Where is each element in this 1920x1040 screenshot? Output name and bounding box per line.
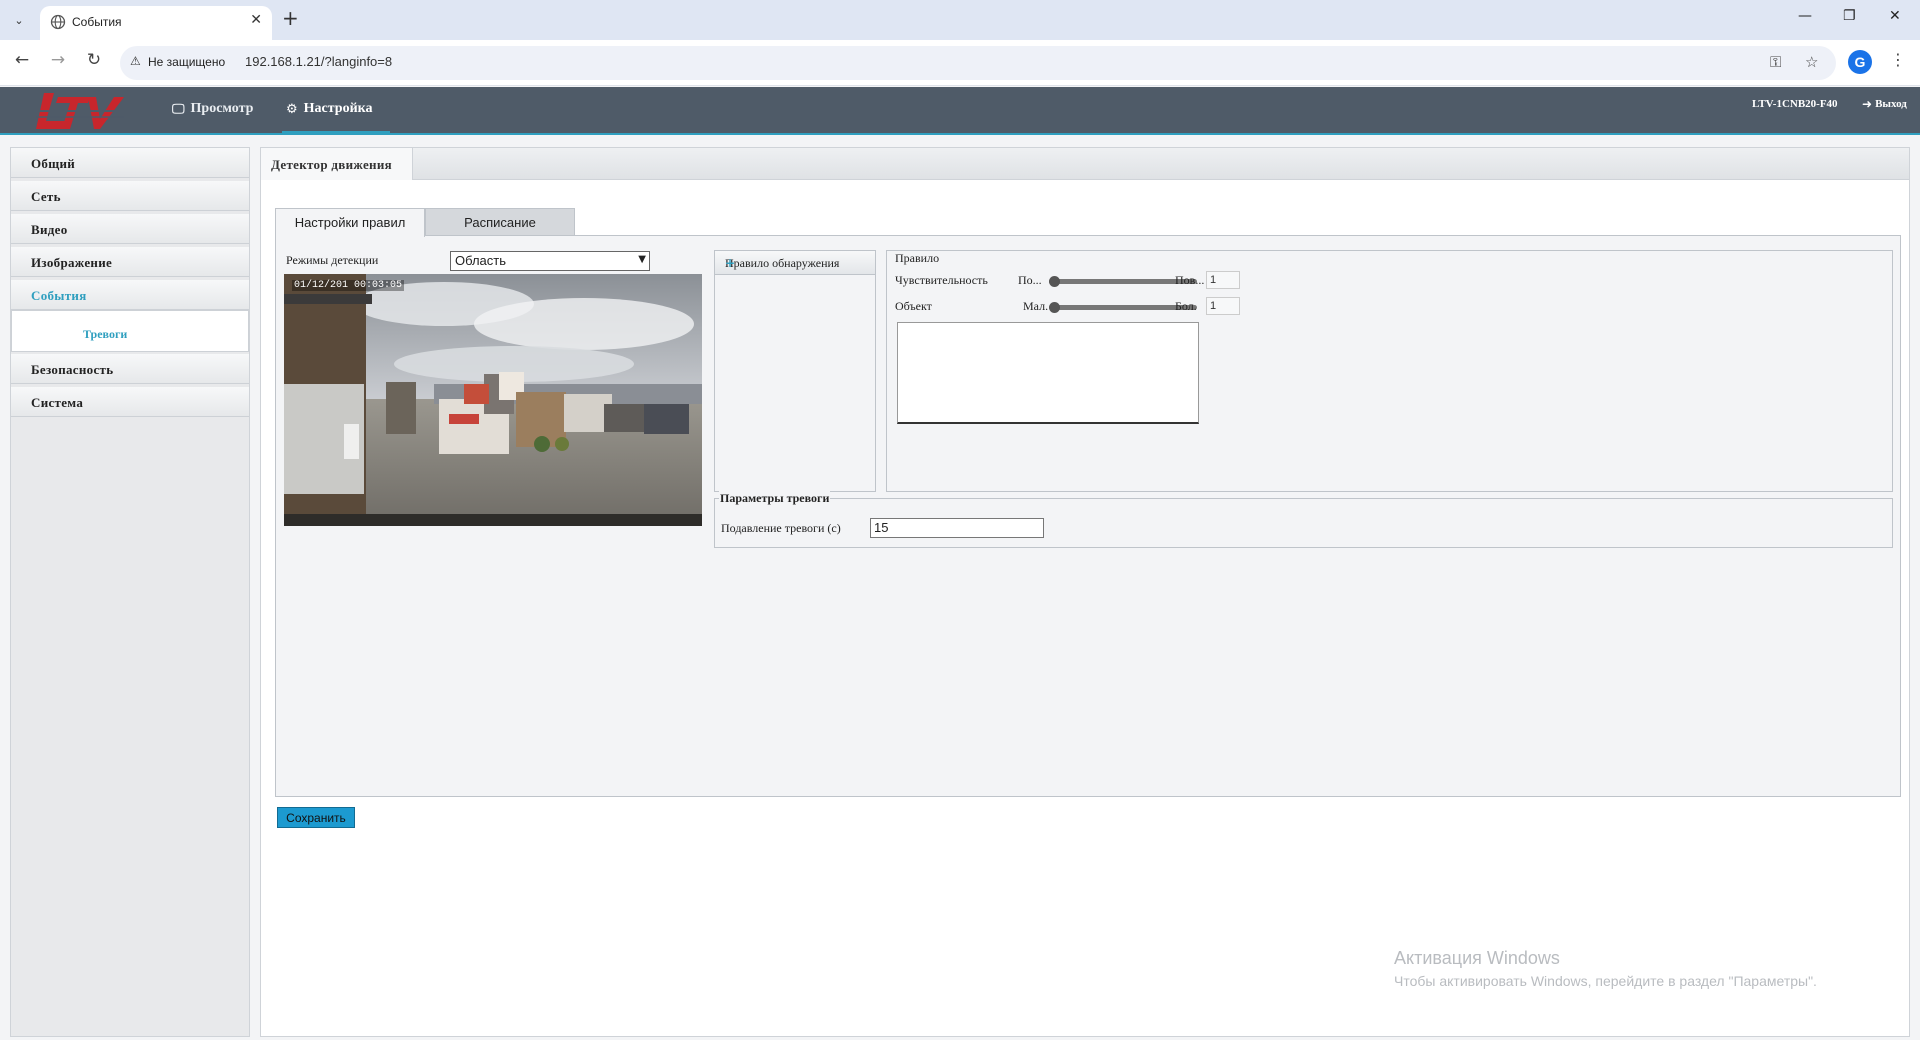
active-nav-underline bbox=[282, 131, 390, 135]
tab-rule-settings[interactable]: Настройки правил bbox=[275, 208, 425, 237]
tab-title: События bbox=[72, 15, 122, 29]
video-timestamp: 01/12/201 00:03:05 bbox=[292, 280, 405, 291]
windows-activation-text: Чтобы активировать Windows, перейдите в … bbox=[1394, 973, 1817, 989]
sensitivity-label: Чувствительность bbox=[895, 273, 988, 287]
monitor-icon: 🖵 bbox=[172, 101, 185, 117]
object-min-label: Мал. bbox=[1023, 299, 1049, 313]
new-tab-button[interactable]: + bbox=[282, 6, 299, 30]
detection-rule-list: Правило обнаружения + bbox=[714, 250, 876, 492]
nav-settings-label: Настройка bbox=[303, 101, 373, 116]
ltv-logo bbox=[36, 93, 124, 129]
nav-settings[interactable]: ⚙ Настройка bbox=[286, 101, 373, 117]
windows-activation-title: Активация Windows bbox=[1394, 948, 1560, 968]
sidebar-item-network[interactable]: Сеть bbox=[11, 181, 249, 211]
rule-panel: Правило Чувствительность По... Пов... 1 … bbox=[886, 250, 1893, 492]
sidebar-item-video[interactable]: Видео bbox=[11, 214, 249, 244]
main-header: Детектор движения bbox=[261, 148, 1909, 180]
rule-legend: Правило bbox=[895, 251, 940, 265]
logout-button[interactable]: ➜ Выход bbox=[1862, 97, 1907, 111]
alarm-legend: Параметры тревоги bbox=[719, 491, 831, 506]
nav-preview-label: Просмотр bbox=[190, 101, 254, 116]
more-menu-icon[interactable]: ⋮ bbox=[1890, 50, 1906, 69]
object-value[interactable]: 1 bbox=[1206, 297, 1240, 315]
gear-icon: ⚙ bbox=[286, 101, 298, 117]
device-name: LTV-1CNB20-F40 bbox=[1752, 98, 1838, 110]
rule-description-box[interactable] bbox=[897, 322, 1199, 424]
sensitivity-min-label: По... bbox=[1018, 273, 1042, 287]
chevron-down-icon: ▼ bbox=[638, 254, 646, 265]
address-bar[interactable]: ⚠ Не защищено 192.168.1.21/?langinfo=8 ⚿… bbox=[120, 46, 1836, 80]
sidebar-item-security[interactable]: Безопасность bbox=[11, 354, 249, 384]
alarm-suppress-label: Подавление тревоги (с) bbox=[721, 521, 841, 535]
minimize-button[interactable]: — bbox=[1798, 8, 1812, 24]
add-rule-icon[interactable]: + bbox=[725, 256, 873, 270]
tab-schedule[interactable]: Расписание bbox=[425, 208, 575, 236]
sidebar-subitem-alarms[interactable]: Тревоги bbox=[11, 310, 249, 352]
object-slider-knob[interactable] bbox=[1049, 302, 1060, 313]
sidebar-item-general[interactable]: Общий bbox=[11, 148, 249, 178]
sidebar-subitem-label: Тревоги bbox=[83, 327, 128, 341]
close-tab-icon[interactable]: ✕ bbox=[250, 12, 262, 28]
camera-preview-image bbox=[284, 274, 702, 526]
rule-list-header: Правило обнаружения + bbox=[715, 251, 875, 275]
main-panel: Детектор движения Настройки правил Распи… bbox=[260, 147, 1910, 1037]
sidebar: Общий Сеть Видео Изображение События Тре… bbox=[10, 147, 250, 1037]
detection-mode-select[interactable]: Область ▼ bbox=[450, 251, 650, 271]
key-icon[interactable]: ⚿ bbox=[1770, 53, 1781, 71]
sensitivity-max-label: Пов... bbox=[1175, 273, 1205, 287]
warning-icon: ⚠ bbox=[130, 54, 141, 68]
restore-button[interactable]: ❐ bbox=[1843, 8, 1856, 24]
browser-toolbar: ← → ↻ ⚠ Не защищено 192.168.1.21/?langin… bbox=[0, 40, 1920, 86]
url-text[interactable]: 192.168.1.21/?langinfo=8 bbox=[245, 54, 392, 69]
close-window-button[interactable]: ✕ bbox=[1889, 8, 1901, 24]
security-label[interactable]: Не защищено bbox=[148, 55, 225, 69]
reload-button[interactable]: ↻ bbox=[82, 50, 106, 70]
tab-search-button[interactable]: ⌄ bbox=[8, 9, 30, 31]
logout-icon: ➜ bbox=[1862, 97, 1873, 111]
profile-avatar[interactable]: G bbox=[1848, 50, 1872, 74]
app-header: 🖵 Просмотр ⚙ Настройка LTV-1CNB20-F40 ➜ … bbox=[0, 87, 1920, 135]
detection-mode-label: Режимы детекции bbox=[286, 253, 379, 267]
object-max-label: Бол. bbox=[1175, 299, 1197, 313]
save-button[interactable]: Сохранить bbox=[277, 807, 355, 828]
forward-button[interactable]: → bbox=[46, 50, 70, 70]
sensitivity-value[interactable]: 1 bbox=[1206, 271, 1240, 289]
detection-mode-value: Область bbox=[455, 253, 507, 268]
logout-label: Выход bbox=[1875, 98, 1907, 110]
browser-tab-bar: ⌄ События ✕ + — ❐ ✕ bbox=[0, 0, 1920, 40]
camera-preview[interactable]: 01/12/201 00:03:05 bbox=[284, 274, 702, 526]
object-label: Объект bbox=[895, 299, 932, 313]
sensitivity-slider-knob[interactable] bbox=[1049, 276, 1060, 287]
tab-motion-detector[interactable]: Детектор движения bbox=[261, 148, 413, 180]
sidebar-item-image[interactable]: Изображение bbox=[11, 247, 249, 277]
globe-icon bbox=[50, 14, 66, 30]
star-icon[interactable]: ☆ bbox=[1805, 53, 1818, 71]
sidebar-item-system[interactable]: Система bbox=[11, 387, 249, 417]
back-button[interactable]: ← bbox=[10, 50, 34, 70]
browser-tab[interactable]: События ✕ bbox=[40, 6, 272, 40]
rule-settings-content: Режимы детекции Область ▼ 01/12/201 00:0… bbox=[275, 235, 1901, 797]
alarm-suppress-input[interactable]: 15 bbox=[870, 518, 1044, 538]
nav-preview[interactable]: 🖵 Просмотр bbox=[172, 101, 253, 117]
sidebar-item-events[interactable]: События bbox=[11, 280, 249, 310]
alarm-parameters: Параметры тревоги Подавление тревоги (с)… bbox=[714, 491, 1893, 548]
